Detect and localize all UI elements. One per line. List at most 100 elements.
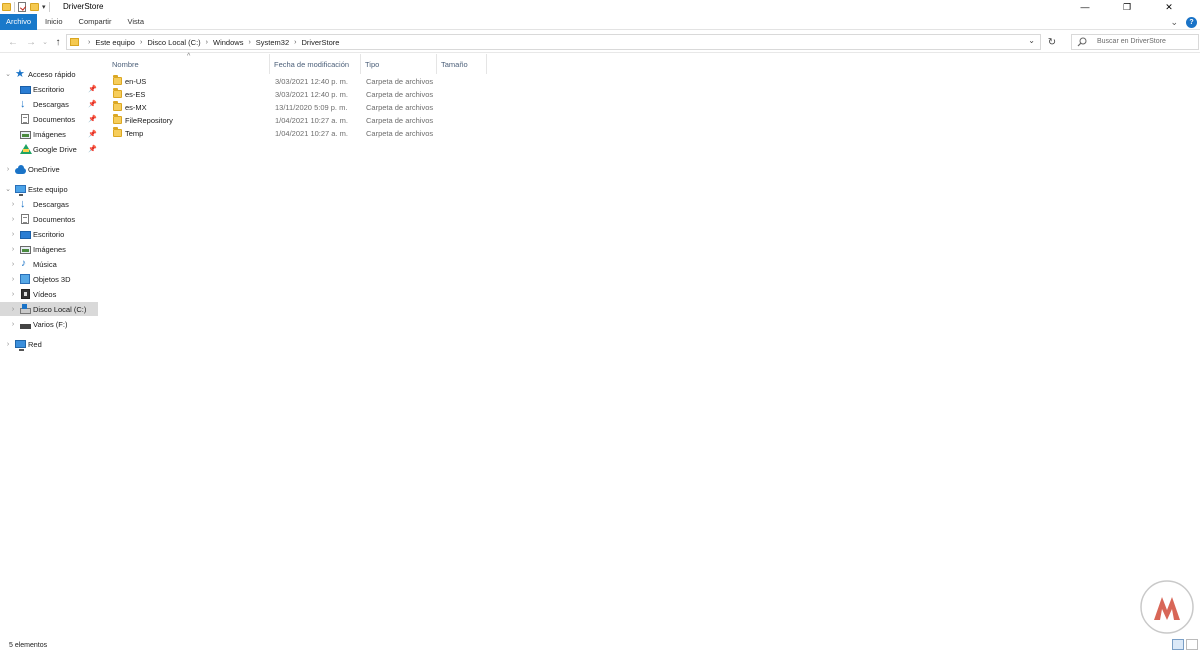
sidebar-item-google-drive[interactable]: Google Drive 📌 xyxy=(0,142,98,156)
tab-compartir[interactable]: Compartir xyxy=(71,14,120,30)
up-arrow-icon[interactable]: ↑ xyxy=(51,35,65,49)
sidebar-item-videos[interactable]: › Vídeos xyxy=(0,287,98,301)
details-view-icon[interactable] xyxy=(1172,639,1184,650)
sidebar-item-varios[interactable]: › Varios (F:) xyxy=(0,317,98,331)
close-button[interactable]: ✕ xyxy=(1148,0,1190,14)
pin-icon[interactable]: 📌 xyxy=(88,115,97,123)
search-input[interactable]: Buscar en DriverStore xyxy=(1071,34,1199,50)
folder-icon xyxy=(113,88,122,98)
column-header-nombre[interactable]: Nombre xyxy=(108,54,270,74)
desktop-icon xyxy=(20,230,31,239)
document-icon xyxy=(21,214,29,224)
ribbon-tabs: Archivo Inicio Compartir Vista xyxy=(0,13,1200,30)
sidebar-item-musica[interactable]: › ♪ Música xyxy=(0,257,98,271)
breadcrumb-driverstore[interactable]: DriverStore xyxy=(302,38,340,47)
column-header-tamano[interactable]: Tamaño xyxy=(437,54,487,74)
watermark-logo xyxy=(1140,580,1194,634)
breadcrumb-system32[interactable]: System32 xyxy=(256,38,289,47)
recent-locations-chevron-icon[interactable]: ⌄ xyxy=(38,35,52,49)
toolbar-separator xyxy=(14,2,15,12)
sidebar-item-descargas[interactable]: ↓ Descargas 📌 xyxy=(0,97,98,111)
expand-chevron-icon[interactable]: › xyxy=(9,201,17,208)
sidebar-item-onedrive[interactable]: › OneDrive xyxy=(0,162,98,176)
address-bar[interactable]: › Este equipo › Disco Local (C:) › Windo… xyxy=(66,34,1041,50)
sidebar-item-label: Descargas xyxy=(33,199,69,209)
expand-chevron-icon[interactable]: › xyxy=(9,306,17,313)
view-toggle xyxy=(1172,639,1198,650)
file-date: 1/04/2021 10:27 a. m. xyxy=(275,116,348,125)
column-header-tipo[interactable]: Tipo xyxy=(361,54,437,74)
expand-chevron-icon[interactable]: › xyxy=(9,216,17,223)
sidebar-item-label: Imágenes xyxy=(33,244,66,254)
breadcrumb-windows[interactable]: Windows xyxy=(213,38,243,47)
help-icon[interactable]: ? xyxy=(1186,16,1197,28)
pin-icon[interactable]: 📌 xyxy=(88,85,97,93)
breadcrumb-separator-icon: › xyxy=(139,38,143,46)
expand-chevron-icon[interactable]: › xyxy=(4,166,12,173)
expand-chevron-icon[interactable]: › xyxy=(9,261,17,268)
large-icons-view-icon[interactable] xyxy=(1186,639,1198,650)
expand-ribbon-chevron-icon[interactable]: ⌄ xyxy=(1170,17,1178,28)
minimize-button[interactable]: — xyxy=(1064,0,1106,14)
item-count: 5 elementos xyxy=(9,642,48,649)
expand-chevron-icon[interactable]: › xyxy=(9,246,17,253)
address-history-chevron-icon[interactable]: ⌄ xyxy=(1028,36,1035,45)
file-type: Carpeta de archivos xyxy=(366,77,434,86)
pin-icon[interactable]: 📌 xyxy=(88,145,97,153)
folder-icon xyxy=(113,127,122,137)
sidebar-item-label: Documentos xyxy=(33,114,76,124)
expand-chevron-icon[interactable]: › xyxy=(9,231,17,238)
sidebar-item-red[interactable]: › Red xyxy=(0,337,98,351)
sidebar-item-este-equipo[interactable]: ⌄ Este equipo xyxy=(0,182,98,196)
breadcrumb-este-equipo[interactable]: Este equipo xyxy=(95,38,135,47)
sidebar-item-imagenes[interactable]: Imágenes 📌 xyxy=(0,127,98,141)
sidebar-item-escritorio[interactable]: Escritorio 📌 xyxy=(0,82,98,96)
3d-objects-icon xyxy=(20,274,30,284)
expand-chevron-icon[interactable]: › xyxy=(9,321,17,328)
refresh-icon[interactable]: ↻ xyxy=(1046,36,1058,48)
videos-icon xyxy=(21,289,30,299)
file-date: 1/04/2021 10:27 a. m. xyxy=(275,129,348,138)
pictures-icon xyxy=(20,130,31,139)
google-drive-icon xyxy=(20,144,32,154)
sidebar-item-label: Imágenes xyxy=(33,129,66,139)
sidebar-item-documentos-pc[interactable]: › Documentos xyxy=(0,212,98,226)
expand-chevron-icon[interactable]: › xyxy=(9,276,17,283)
tab-archivo[interactable]: Archivo xyxy=(0,13,38,30)
folder-icon xyxy=(2,2,11,12)
file-type: Carpeta de archivos xyxy=(366,116,434,125)
sidebar-item-label: Varios (F:) xyxy=(33,319,68,329)
download-icon: ↓ xyxy=(20,198,26,210)
expand-chevron-icon[interactable]: › xyxy=(4,341,12,348)
sidebar-item-descargas-pc[interactable]: › ↓ Descargas xyxy=(0,197,98,211)
table-row[interactable]: es-ES 3/03/2021 12:40 p. m. Carpeta de a… xyxy=(108,88,488,101)
file-date: 3/03/2021 12:40 p. m. xyxy=(275,77,348,86)
forward-arrow-icon[interactable]: → xyxy=(24,35,38,49)
pin-icon[interactable]: 📌 xyxy=(88,130,97,138)
back-arrow-icon[interactable]: ← xyxy=(6,35,20,49)
properties-icon[interactable] xyxy=(18,2,27,12)
table-row[interactable]: es-MX 13/11/2020 5:09 p. m. Carpeta de a… xyxy=(108,101,488,114)
pin-icon[interactable]: 📌 xyxy=(88,100,97,108)
column-header-fecha[interactable]: Fecha de modificación xyxy=(270,54,361,74)
sidebar-item-documentos[interactable]: Documentos 📌 xyxy=(0,112,98,126)
sidebar-item-acceso-rapido[interactable]: ⌄ ★ Acceso rápido xyxy=(0,67,98,81)
customize-toolbar-chevron-icon[interactable]: ▾ xyxy=(42,3,46,11)
tab-vista[interactable]: Vista xyxy=(119,14,152,30)
sidebar-item-objetos-3d[interactable]: › Objetos 3D xyxy=(0,272,98,286)
new-folder-icon[interactable] xyxy=(30,2,39,12)
collapse-chevron-icon[interactable]: ⌄ xyxy=(4,185,12,193)
cloud-icon xyxy=(15,164,26,174)
sidebar-item-imagenes-pc[interactable]: › Imágenes xyxy=(0,242,98,256)
breadcrumb-disco-local[interactable]: Disco Local (C:) xyxy=(147,38,200,47)
sidebar-item-disco-local[interactable]: › Disco Local (C:) xyxy=(0,302,98,316)
tab-inicio[interactable]: Inicio xyxy=(37,14,71,30)
restore-button[interactable]: ❐ xyxy=(1106,0,1148,14)
sidebar-item-escritorio-pc[interactable]: › Escritorio xyxy=(0,227,98,241)
expand-chevron-icon[interactable]: › xyxy=(9,291,17,298)
table-row[interactable]: FileRepository 1/04/2021 10:27 a. m. Car… xyxy=(108,114,488,127)
collapse-chevron-icon[interactable]: ⌄ xyxy=(4,70,12,78)
table-row[interactable]: Temp 1/04/2021 10:27 a. m. Carpeta de ar… xyxy=(108,127,488,140)
sidebar-item-label: Acceso rápido xyxy=(28,69,76,79)
table-row[interactable]: en-US 3/03/2021 12:40 p. m. Carpeta de a… xyxy=(108,75,488,88)
